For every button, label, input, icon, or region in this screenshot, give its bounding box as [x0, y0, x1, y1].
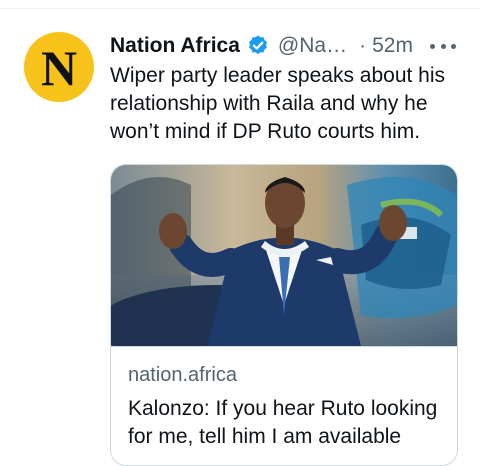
card-image[interactable] [111, 165, 457, 346]
more-dot [440, 43, 446, 49]
avatar[interactable]: N [24, 32, 94, 102]
author-handle[interactable]: @Na… [278, 34, 347, 58]
tweet-text: Wiper party leader speaks about his rela… [110, 64, 446, 143]
tweet-time[interactable]: 52m [372, 34, 413, 58]
separator-dot: · [359, 34, 367, 57]
author-name[interactable]: Nation Africa [110, 34, 240, 58]
more-dot [451, 43, 456, 49]
card-divider [111, 346, 457, 347]
link-card[interactable]: nation.africa Kalonzo: If you hear Ruto … [110, 164, 458, 466]
card-title[interactable]: Kalonzo: If you hear Ruto looking for me… [128, 395, 448, 451]
avatar-letter: N [40, 40, 78, 96]
more-dot [430, 43, 435, 49]
verified-badge-icon [246, 34, 270, 58]
tweet-header: Nation Africa @Na… · 52m [110, 32, 413, 60]
timeline-divider [0, 8, 480, 9]
card-domain[interactable]: nation.africa [128, 364, 237, 387]
more-horizontal-icon[interactable] [430, 36, 456, 56]
